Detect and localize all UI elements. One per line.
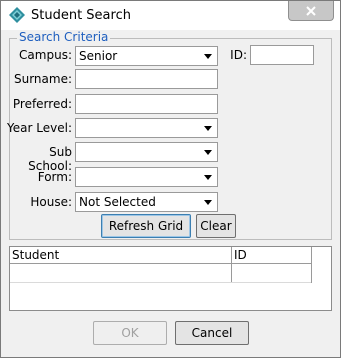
title-bar[interactable]: Student Search [1, 1, 340, 30]
refresh-grid-button[interactable]: Refresh Grid [101, 214, 191, 238]
form-combo[interactable] [75, 167, 218, 187]
id-input[interactable] [250, 45, 314, 65]
campus-label: Campus: [19, 48, 72, 62]
preferred-label: Preferred: [12, 97, 72, 111]
chevron-down-icon[interactable] [200, 144, 216, 160]
grid-header: Student ID [10, 247, 311, 264]
table-row [10, 282, 311, 283]
cancel-button[interactable]: Cancel [175, 321, 249, 345]
id-label: ID: [230, 48, 247, 62]
year-level-label: Year Level: [7, 121, 72, 135]
ok-button[interactable]: OK [93, 321, 167, 345]
campus-value: Senior [79, 49, 118, 63]
close-icon [306, 5, 316, 16]
preferred-input[interactable] [75, 94, 218, 114]
chevron-down-icon[interactable] [200, 169, 216, 185]
column-header-id[interactable]: ID [234, 248, 247, 262]
surname-input[interactable] [75, 69, 218, 89]
column-separator [311, 247, 312, 283]
house-label: House: [30, 195, 72, 209]
results-grid[interactable]: Student ID [9, 246, 332, 311]
sub-school-label: Sub School: [28, 145, 72, 173]
close-button[interactable] [288, 1, 334, 21]
column-header-student[interactable]: Student [12, 248, 59, 262]
search-criteria-legend: Search Criteria [17, 30, 111, 44]
form-label: Form: [37, 170, 72, 184]
surname-label: Surname: [13, 72, 72, 86]
chevron-down-icon[interactable] [200, 120, 216, 136]
sub-school-combo[interactable] [75, 142, 218, 162]
student-search-dialog: Student Search Search Criteria Campus: S… [0, 0, 341, 358]
window-title: Student Search [31, 8, 131, 23]
clear-button[interactable]: Clear [196, 214, 236, 238]
year-level-combo[interactable] [75, 118, 218, 138]
diamond-app-icon [9, 7, 25, 23]
column-separator [231, 247, 232, 283]
house-value: Not Selected [79, 195, 156, 209]
chevron-down-icon[interactable] [200, 194, 216, 210]
house-combo[interactable]: Not Selected [75, 192, 218, 212]
